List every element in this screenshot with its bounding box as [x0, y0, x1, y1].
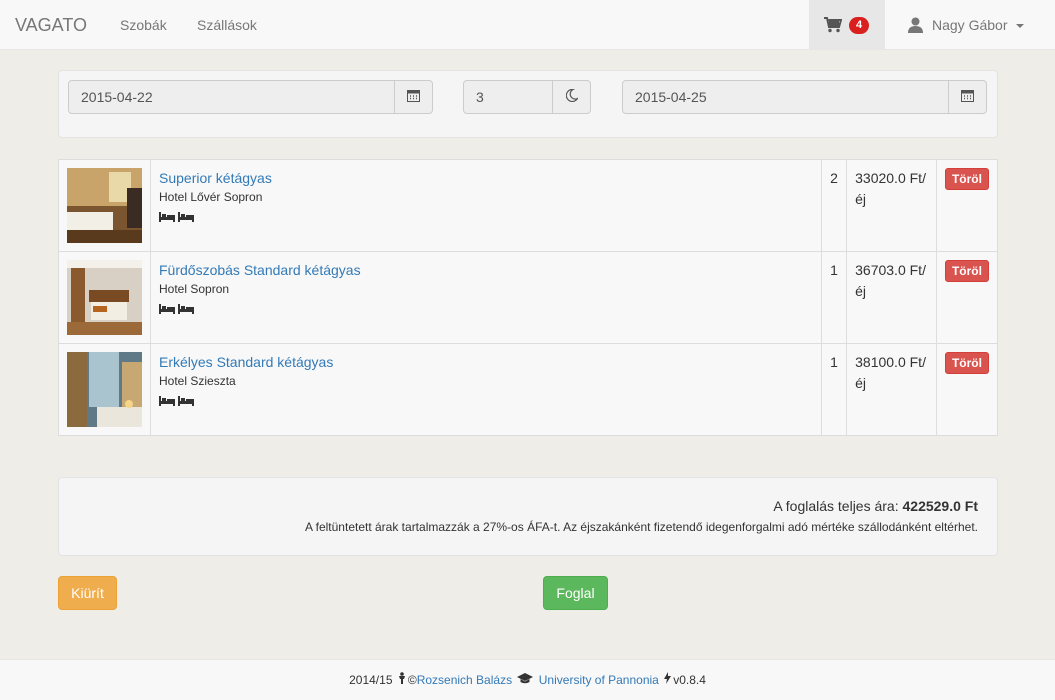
date-selector-panel: 2015-04-22 3 2015-04-25 [58, 70, 998, 138]
price-unit: éj [855, 375, 867, 391]
delete-button[interactable]: Töröl [944, 168, 989, 190]
price-unit: éj [855, 283, 867, 299]
cart-table: Superior kétágyas Hotel Lővér Sopron 2 3… [58, 159, 999, 436]
university-link[interactable]: University of Pannonia [539, 673, 659, 687]
person-icon [398, 660, 406, 700]
calendar-icon [961, 89, 974, 105]
table-row: Erkélyes Standard kétágyas Hotel Szieszt… [58, 343, 999, 436]
app-version: v0.8.4 [673, 673, 706, 687]
price-unit: éj [855, 191, 867, 207]
nights-addon [553, 80, 591, 114]
checkout-calendar-button[interactable] [949, 80, 987, 114]
total-label: A foglalás teljes ára: [773, 498, 899, 514]
room-price: 33020.0 Ft/ éj [846, 159, 937, 252]
graduation-cap-icon [517, 660, 534, 700]
bed-icon [159, 393, 175, 409]
room-name-link[interactable]: Fürdőszobás Standard kétágyas [159, 260, 813, 280]
chevron-down-icon [1016, 24, 1024, 28]
bed-icon [178, 301, 194, 317]
footer: 2014/15 ©Rozsenich Balázs University of … [0, 659, 1055, 700]
hotel-name: Hotel Szieszta [159, 374, 236, 388]
price-value: 33020.0 Ft/ [855, 170, 926, 186]
copyright-symbol: © [407, 673, 417, 687]
table-row: Fürdőszobás Standard kétágyas Hotel Sopr… [58, 251, 999, 344]
vat-note: A feltüntetett árak tartalmazzák a 27%-o… [304, 520, 978, 534]
nights-input[interactable]: 3 [463, 80, 553, 114]
checkin-date-input[interactable]: 2015-04-22 [68, 80, 395, 114]
table-row: Superior kétágyas Hotel Lővér Sopron 2 3… [58, 159, 999, 252]
room-name-link[interactable]: Erkélyes Standard kétágyas [159, 352, 813, 372]
nav-link-rooms[interactable]: Szobák [120, 17, 167, 33]
room-thumbnail[interactable] [67, 168, 142, 243]
room-price: 38100.0 Ft/ éj [846, 343, 937, 436]
moon-icon [565, 88, 579, 105]
cart-button[interactable]: 4 [809, 0, 885, 50]
room-name-link[interactable]: Superior kétágyas [159, 168, 813, 188]
hotel-name: Hotel Sopron [159, 282, 230, 296]
total-price: A foglalás teljes ára: 422529.0 Ft [773, 498, 978, 514]
user-name: Nagy Gábor [932, 17, 1008, 33]
calendar-icon [407, 89, 420, 105]
cart-count-badge: 4 [849, 17, 869, 34]
user-icon [908, 17, 923, 36]
brand-logo[interactable]: VAGATO [15, 15, 87, 36]
clear-cart-button[interactable]: Kiürít [58, 576, 117, 610]
checkin-calendar-button[interactable] [395, 80, 433, 114]
room-price: 36703.0 Ft/ éj [846, 251, 937, 344]
delete-button[interactable]: Töröl [944, 352, 989, 374]
author-link[interactable]: Rozsenich Balázs [417, 673, 512, 687]
checkout-date-input[interactable]: 2015-04-25 [622, 80, 949, 114]
room-thumbnail[interactable] [67, 260, 142, 335]
room-quantity: 2 [821, 159, 848, 252]
total-value: 422529.0 Ft [902, 498, 979, 514]
room-quantity: 1 [821, 343, 848, 436]
price-value: 38100.0 Ft/ [855, 354, 926, 370]
nav-link-hotels[interactable]: Szállások [197, 17, 257, 33]
bed-icon [159, 301, 175, 317]
hotel-name: Hotel Lővér Sopron [159, 190, 263, 204]
shopping-cart-icon [824, 17, 843, 36]
price-value: 36703.0 Ft/ [855, 262, 926, 278]
bed-icon [159, 209, 175, 225]
room-quantity: 1 [821, 251, 848, 344]
delete-button[interactable]: Töröl [944, 260, 989, 282]
total-panel [58, 477, 998, 556]
room-thumbnail[interactable] [67, 352, 142, 427]
bed-icon [178, 393, 194, 409]
navbar: VAGATO Szobák Szállások 4 Nagy Gábor [0, 0, 1055, 50]
bed-icon [178, 209, 194, 225]
lightning-bolt-icon [664, 660, 672, 700]
book-button[interactable]: Foglal [543, 576, 608, 610]
footer-year: 2014/15 [349, 673, 393, 687]
